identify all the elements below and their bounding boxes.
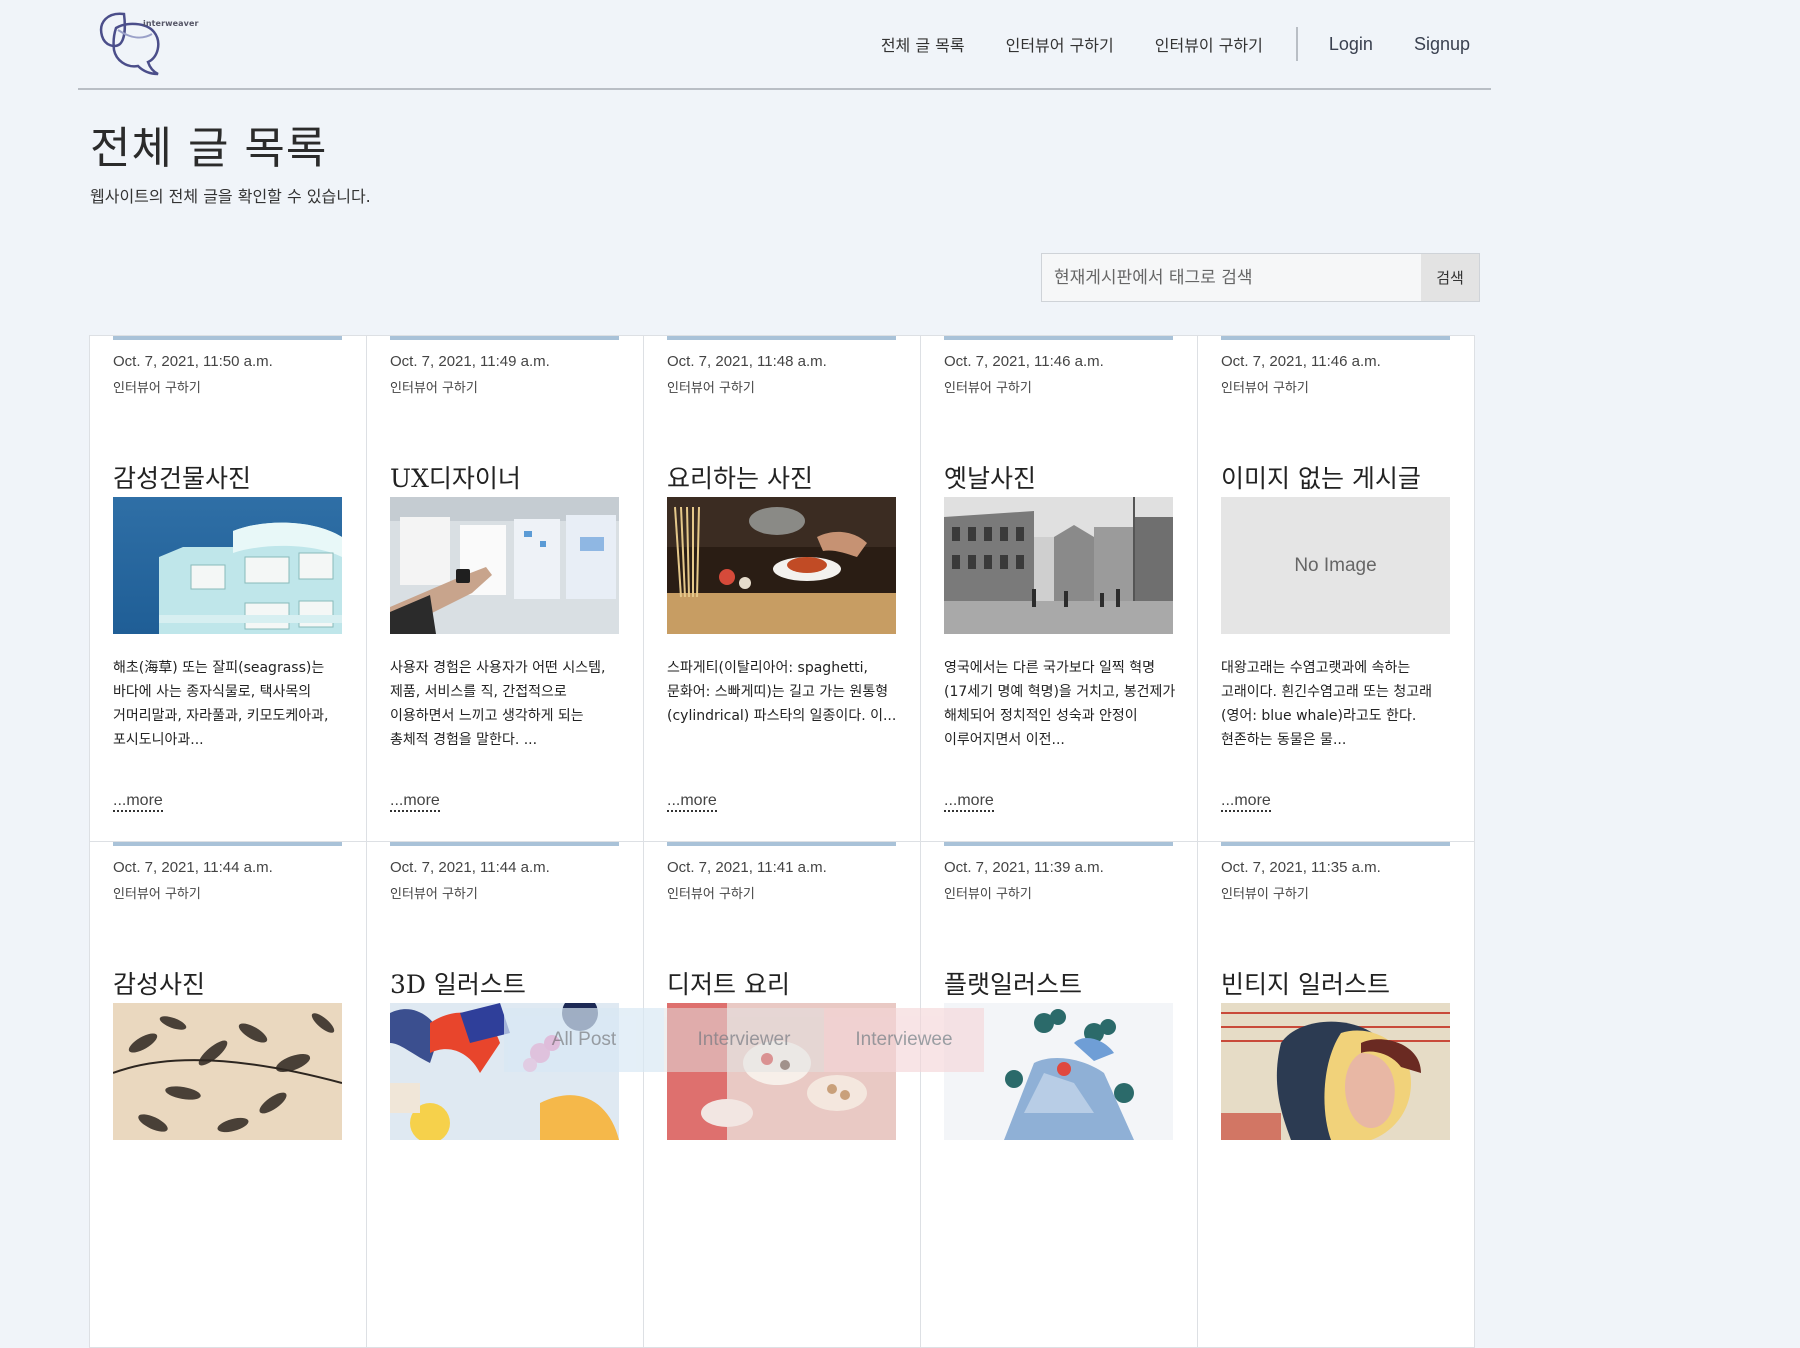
post-title[interactable]: UX디자이너 [390,459,521,495]
filter-interviewer[interactable]: Interviewer [664,1008,824,1072]
nav-find-interviewer[interactable]: 인터뷰어 구하기 [1006,32,1114,56]
card-accent-bar [1221,842,1450,846]
logo[interactable]: interweaver [90,8,198,80]
card-accent-bar [944,336,1173,340]
post-date: Oct. 7, 2021, 11:46 a.m. [1221,353,1381,370]
post-thumbnail-cooking[interactable] [667,497,896,634]
post-title[interactable]: 3D 일러스트 [390,965,526,1001]
logo-text: interweaver [143,19,199,28]
post-category: 인터뷰이 구하기 [1221,887,1309,902]
post-thumbnail-building[interactable] [113,497,342,634]
post-card[interactable]: Oct. 7, 2021, 11:49 a.m. 인터뷰어 구하기 UX디자이너… [366,335,644,842]
post-category: 인터뷰어 구하기 [1221,381,1309,396]
page-title: 전체 글 목록 [90,123,328,174]
no-image-placeholder[interactable]: No Image [1221,497,1450,634]
post-date: Oct. 7, 2021, 11:35 a.m. [1221,859,1381,876]
post-date: Oct. 7, 2021, 11:44 a.m. [390,859,550,876]
more-link[interactable]: ...more [944,792,994,812]
card-accent-bar [1221,336,1450,340]
search-button[interactable]: 검색 [1421,254,1479,301]
post-excerpt: 해초(海草) 또는 잘피(seagrass)는 바다에 사는 종자식물로, 택사… [113,660,329,748]
post-title[interactable]: 이미지 없는 게시글 [1221,459,1421,495]
post-card[interactable]: Oct. 7, 2021, 11:50 a.m. 인터뷰어 구하기 감성건물사진… [89,335,367,842]
post-card[interactable]: Oct. 7, 2021, 11:46 a.m. 인터뷰어 구하기 옛날사진 영… [920,335,1198,842]
post-date: Oct. 7, 2021, 11:39 a.m. [944,859,1104,876]
post-excerpt: 영국에서는 다른 국가보다 일찍 혁명(17세기 명예 혁명)을 거치고, 봉건… [944,660,1176,748]
tag-search-form: 검색 [1041,253,1480,302]
post-excerpt: 스파게티(이탈리아어: spaghetti, 문화어: 스빠게띠)는 길고 가는… [667,660,897,724]
more-link[interactable]: ...more [390,792,440,812]
nav-divider [1295,27,1298,61]
top-navigation: interweaver 전체 글 목록 인터뷰어 구하기 인터뷰이 구하기 Lo… [78,0,1491,90]
post-category: 인터뷰어 구하기 [113,381,201,396]
no-image-label: No Image [1294,554,1377,576]
card-accent-bar [113,842,342,846]
filter-interviewee[interactable]: Interviewee [824,1008,984,1072]
post-thumbnail-old-street[interactable] [944,497,1173,634]
post-thumbnail-leaves[interactable] [113,1003,342,1140]
more-link[interactable]: ...more [113,792,163,812]
post-title[interactable]: 플랫일러스트 [944,965,1082,1001]
nav-find-interviewee[interactable]: 인터뷰이 구하기 [1155,32,1263,56]
post-category: 인터뷰어 구하기 [944,381,1032,396]
signup-link[interactable]: Signup [1414,34,1470,55]
more-link[interactable]: ...more [667,792,717,812]
post-date: Oct. 7, 2021, 11:48 a.m. [667,353,827,370]
card-accent-bar [390,336,619,340]
post-date: Oct. 7, 2021, 11:44 a.m. [113,859,273,876]
post-date: Oct. 7, 2021, 11:41 a.m. [667,859,827,876]
page-subtitle: 웹사이트의 전체 글을 확인할 수 있습니다. [90,187,371,206]
more-link[interactable]: ...more [1221,792,1271,812]
post-title[interactable]: 감성건물사진 [113,459,251,495]
post-excerpt: 대왕고래는 수염고랫과에 속하는 고래이다. 흰긴수염고래 또는 청고래(영어:… [1221,660,1432,748]
post-grid: Oct. 7, 2021, 11:50 a.m. 인터뷰어 구하기 감성건물사진… [89,335,1476,1348]
card-accent-bar [113,336,342,340]
post-title[interactable]: 옛날사진 [944,459,1036,495]
filter-all-post[interactable]: All Post [504,1008,664,1072]
post-date: Oct. 7, 2021, 11:50 a.m. [113,353,273,370]
post-thumbnail-ux-board[interactable] [390,497,619,634]
post-excerpt: 사용자 경험은 사용자가 어떤 시스템, 제품, 서비스를 직, 간접적으로 이… [390,660,606,748]
post-title[interactable]: 디저트 요리 [667,965,790,1001]
post-date: Oct. 7, 2021, 11:46 a.m. [944,353,1104,370]
post-title[interactable]: 빈티지 일러스트 [1221,965,1390,1001]
post-category: 인터뷰어 구하기 [667,381,755,396]
post-card[interactable]: Oct. 7, 2021, 11:48 a.m. 인터뷰어 구하기 요리하는 사… [643,335,921,842]
post-category: 인터뷰어 구하기 [390,887,478,902]
post-thumbnail-vintage[interactable] [1221,1003,1450,1140]
login-link[interactable]: Login [1329,34,1373,55]
category-filter-bar: All Post Interviewer Interviewee [504,1008,1025,1108]
post-title[interactable]: 요리하는 사진 [667,459,813,495]
post-category: 인터뷰어 구하기 [667,887,755,902]
post-card[interactable]: Oct. 7, 2021, 11:46 a.m. 인터뷰어 구하기 이미지 없는… [1197,335,1475,842]
tag-search-input[interactable] [1042,254,1421,301]
post-category: 인터뷰어 구하기 [390,381,478,396]
nav-all-posts[interactable]: 전체 글 목록 [881,32,965,56]
card-accent-bar [667,336,896,340]
post-date: Oct. 7, 2021, 11:49 a.m. [390,353,550,370]
main-nav: 전체 글 목록 인터뷰어 구하기 인터뷰이 구하기 Login Signup [881,27,1470,61]
card-accent-bar [667,842,896,846]
post-category: 인터뷰이 구하기 [944,887,1032,902]
post-title[interactable]: 감성사진 [113,965,205,1001]
post-category: 인터뷰어 구하기 [113,887,201,902]
card-accent-bar [390,842,619,846]
card-accent-bar [944,842,1173,846]
